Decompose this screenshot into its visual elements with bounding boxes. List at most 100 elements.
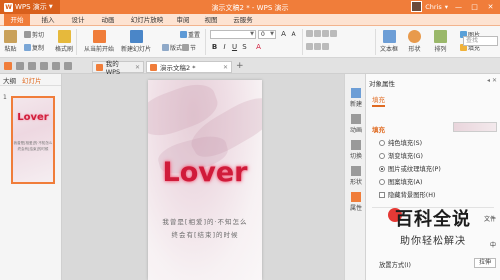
chevron-down-icon: ▼ bbox=[250, 31, 254, 37]
side-new-button[interactable]: 新建 bbox=[345, 88, 367, 108]
panel-tabs: 大纲 幻灯片 bbox=[0, 74, 61, 86]
font-color-button[interactable]: A bbox=[254, 43, 263, 52]
paragraph-align-group[interactable] bbox=[306, 30, 337, 37]
close-icon[interactable]: ✕ bbox=[223, 64, 228, 71]
panel-controls[interactable]: ◂ ✕ bbox=[487, 77, 497, 84]
slide-thumbnail[interactable]: Lover 我曾是[相爱]的·不知怎么 终会有[结束]的时候 bbox=[11, 96, 55, 184]
wps-tab-icon bbox=[96, 63, 103, 71]
layout-label: 版式 bbox=[170, 45, 183, 52]
side-animation-button[interactable]: 动画 bbox=[345, 114, 367, 134]
slide-number: 1 bbox=[3, 94, 7, 101]
slide-canvas[interactable]: Lover 我曾是[相爱]的·不知怎么 终会有[结束]的时候 bbox=[62, 74, 344, 280]
radio-picture[interactable] bbox=[379, 165, 385, 172]
tab-review[interactable]: 审阅 bbox=[172, 14, 194, 26]
new-tab-button[interactable]: + bbox=[236, 61, 244, 71]
underline-button[interactable]: U bbox=[230, 43, 239, 52]
section-icon bbox=[182, 44, 189, 51]
textbox-button[interactable]: 文本框 bbox=[380, 30, 398, 53]
slide-thumbnail-panel: 大纲 幻灯片 1 Lover 我曾是[相爱]的·不知怎么 终会有[结束]的时候 bbox=[0, 74, 62, 280]
side-transition-button[interactable]: 切换 bbox=[345, 140, 367, 160]
tab-animation[interactable]: 动画 bbox=[96, 14, 120, 26]
fill-option-label: 图案填充(A) bbox=[388, 179, 423, 186]
layout-button[interactable]: 版式 bbox=[162, 43, 182, 52]
undo-icon[interactable] bbox=[52, 62, 60, 70]
tab-outline[interactable]: 大纲 bbox=[3, 75, 16, 85]
panel-header: 对象属性 bbox=[369, 80, 395, 88]
side-properties-button[interactable]: 属性 bbox=[345, 192, 367, 212]
chevron-down-icon: ▼ bbox=[270, 31, 274, 37]
close-icon[interactable]: ✕ bbox=[135, 64, 140, 71]
reset-button[interactable]: 重置 bbox=[180, 30, 200, 39]
redo-icon[interactable] bbox=[64, 62, 72, 70]
scissors-icon bbox=[24, 31, 31, 38]
grow-font-button[interactable]: A bbox=[279, 30, 288, 39]
arrange-button[interactable]: 排列 bbox=[434, 30, 447, 53]
fill-option-picture[interactable]: 图片或纹理填充(P) bbox=[379, 164, 441, 173]
placement-select[interactable]: 拉伸 bbox=[474, 258, 496, 268]
section-button[interactable]: 节 bbox=[182, 43, 196, 52]
bullets-icon bbox=[306, 43, 313, 50]
copy-label: 复制 bbox=[32, 45, 45, 52]
layout-icon bbox=[162, 44, 169, 51]
tab-insert[interactable]: 插入 bbox=[36, 14, 60, 26]
radio-solid[interactable] bbox=[379, 139, 385, 146]
shape-button[interactable]: 形状 bbox=[408, 30, 421, 53]
tab-home[interactable]: 开始 bbox=[4, 14, 30, 26]
tab-fill[interactable]: 填充 bbox=[372, 94, 385, 107]
tab-toolbar-icon[interactable] bbox=[4, 62, 12, 70]
list-group[interactable] bbox=[306, 43, 329, 50]
shadow-button[interactable]: S bbox=[240, 43, 249, 52]
tab-cloud[interactable]: 云服务 bbox=[228, 14, 258, 26]
minimize-button[interactable]: — bbox=[451, 1, 466, 12]
format-painter-button[interactable]: 格式刷 bbox=[55, 30, 73, 53]
bold-button[interactable]: B bbox=[210, 43, 219, 52]
fill-preview-swatch[interactable] bbox=[453, 122, 497, 132]
play-from-current-label: 从当前开始 bbox=[84, 46, 115, 53]
tab-design[interactable]: 设计 bbox=[66, 14, 90, 26]
paste-button[interactable]: 粘贴 bbox=[4, 30, 17, 53]
tab-slideshow[interactable]: 幻灯片放映 bbox=[126, 14, 168, 26]
shrink-font-button[interactable]: A bbox=[289, 30, 298, 39]
copy-button[interactable]: 复制 bbox=[24, 43, 44, 52]
textbox-label: 文本框 bbox=[380, 46, 399, 53]
close-button[interactable]: ✕ bbox=[483, 1, 498, 12]
tab-mywps[interactable]: 我的WPS ✕ bbox=[92, 60, 144, 76]
radio-pattern[interactable] bbox=[379, 178, 385, 185]
search-input[interactable]: 查找 bbox=[463, 36, 498, 46]
open-folder-icon[interactable] bbox=[16, 62, 24, 70]
side-toolbar: 新建 动画 切换 形状 属性 bbox=[344, 74, 366, 280]
font-family-select[interactable]: ▼ bbox=[210, 30, 256, 39]
tab-view[interactable]: 视图 bbox=[200, 14, 222, 26]
side-shape-button[interactable]: 形状 bbox=[345, 166, 367, 186]
tab-current-document[interactable]: 演示文稿2 * ✕ bbox=[146, 61, 232, 73]
watermark-text: 百科全说 bbox=[395, 209, 471, 230]
print-icon[interactable] bbox=[40, 62, 48, 70]
slide[interactable]: Lover 我曾是[相爱]的·不知怎么 终会有[结束]的时候 bbox=[148, 80, 262, 280]
maximize-button[interactable]: □ bbox=[467, 1, 482, 12]
window-controls: — □ ✕ bbox=[451, 1, 498, 12]
shape-icon bbox=[408, 30, 421, 43]
font-size-select[interactable]: 0 ▼ bbox=[258, 30, 276, 39]
save-icon[interactable] bbox=[28, 62, 36, 70]
slide-title[interactable]: Lover bbox=[148, 157, 262, 188]
slide-subtitle-line-2[interactable]: 终会有[结束]的时候 bbox=[148, 229, 262, 239]
fill-option-label: 渐变填充(G) bbox=[388, 153, 423, 160]
fill-option-gradient[interactable]: 渐变填充(G) bbox=[379, 151, 423, 160]
format-painter-label: 格式刷 bbox=[55, 46, 74, 53]
indent-icon bbox=[322, 43, 329, 50]
avatar[interactable] bbox=[411, 1, 423, 12]
radio-gradient[interactable] bbox=[379, 152, 385, 159]
tab-current-label: 演示文稿2 * bbox=[160, 64, 196, 72]
hide-background-option[interactable]: 隐藏背景图形(H) bbox=[379, 190, 435, 199]
tab-slides[interactable]: 幻灯片 bbox=[22, 75, 42, 85]
new-slide-button[interactable]: 新建幻灯片 bbox=[121, 30, 151, 53]
user-account[interactable]: Chris ▾ bbox=[411, 1, 448, 12]
play-from-current-button[interactable]: 从当前开始 bbox=[84, 30, 114, 53]
slide-subtitle-line-1[interactable]: 我曾是[相爱]的·不知怎么 bbox=[148, 216, 262, 226]
ribbon-divider bbox=[375, 29, 376, 55]
fill-option-solid[interactable]: 纯色填充(S) bbox=[379, 138, 422, 147]
italic-button[interactable]: I bbox=[220, 43, 229, 52]
hide-background-checkbox[interactable] bbox=[379, 191, 385, 198]
cut-button[interactable]: 剪切 bbox=[24, 30, 44, 39]
fill-option-pattern[interactable]: 图案填充(A) bbox=[379, 177, 422, 186]
